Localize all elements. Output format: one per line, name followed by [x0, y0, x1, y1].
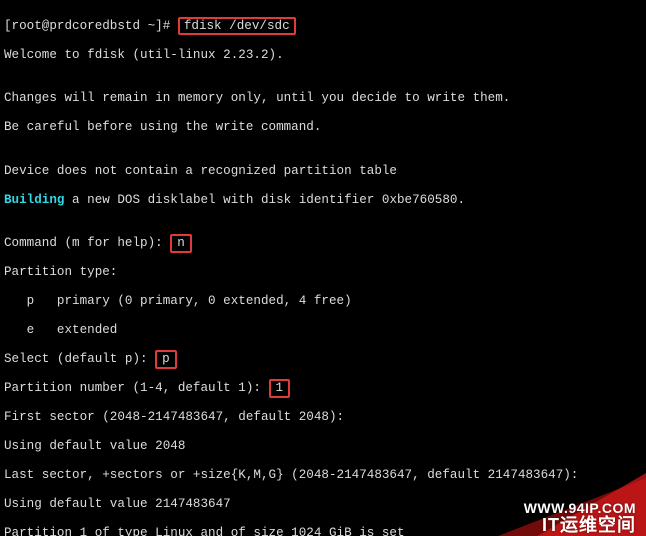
shell-prompt: [root@prdcoredbstd ~]#	[4, 19, 178, 33]
first-sector: First sector (2048-2147483647, default 2…	[4, 410, 642, 425]
select-default-p: Select (default p):	[4, 352, 155, 366]
building-rest: a new DOS disklabel with disk identifier…	[64, 193, 465, 207]
input-1-highlight: 1	[269, 379, 291, 398]
cmd-fdisk-highlight: fdisk /dev/sdc	[178, 17, 296, 36]
cmd-prompt-1: Command (m for help):	[4, 236, 170, 250]
partition-set: Partition 1 of type Linux and of size 10…	[4, 526, 642, 536]
input-n-highlight: n	[170, 234, 192, 253]
mem-notice-1: Changes will remain in memory only, unti…	[4, 91, 642, 106]
last-sector: Last sector, +sectors or +size{K,M,G} (2…	[4, 468, 642, 483]
default-2147483647: Using default value 2147483647	[4, 497, 642, 512]
no-partition-table: Device does not contain a recognized par…	[4, 164, 642, 179]
default-2048: Using default value 2048	[4, 439, 642, 454]
input-p1-highlight: p	[155, 350, 177, 369]
partition-number-prompt: Partition number (1-4, default 1):	[4, 381, 269, 395]
mem-notice-2: Be careful before using the write comman…	[4, 120, 642, 135]
fdisk-welcome: Welcome to fdisk (util-linux 2.23.2).	[4, 48, 642, 63]
partition-type-extended: e extended	[4, 323, 642, 338]
partition-type-primary: p primary (0 primary, 0 extended, 4 free…	[4, 294, 642, 309]
terminal-output: [root@prdcoredbstd ~]# fdisk /dev/sdc We…	[0, 0, 646, 536]
partition-type-header: Partition type:	[4, 265, 642, 280]
building-label: Building	[4, 193, 64, 207]
